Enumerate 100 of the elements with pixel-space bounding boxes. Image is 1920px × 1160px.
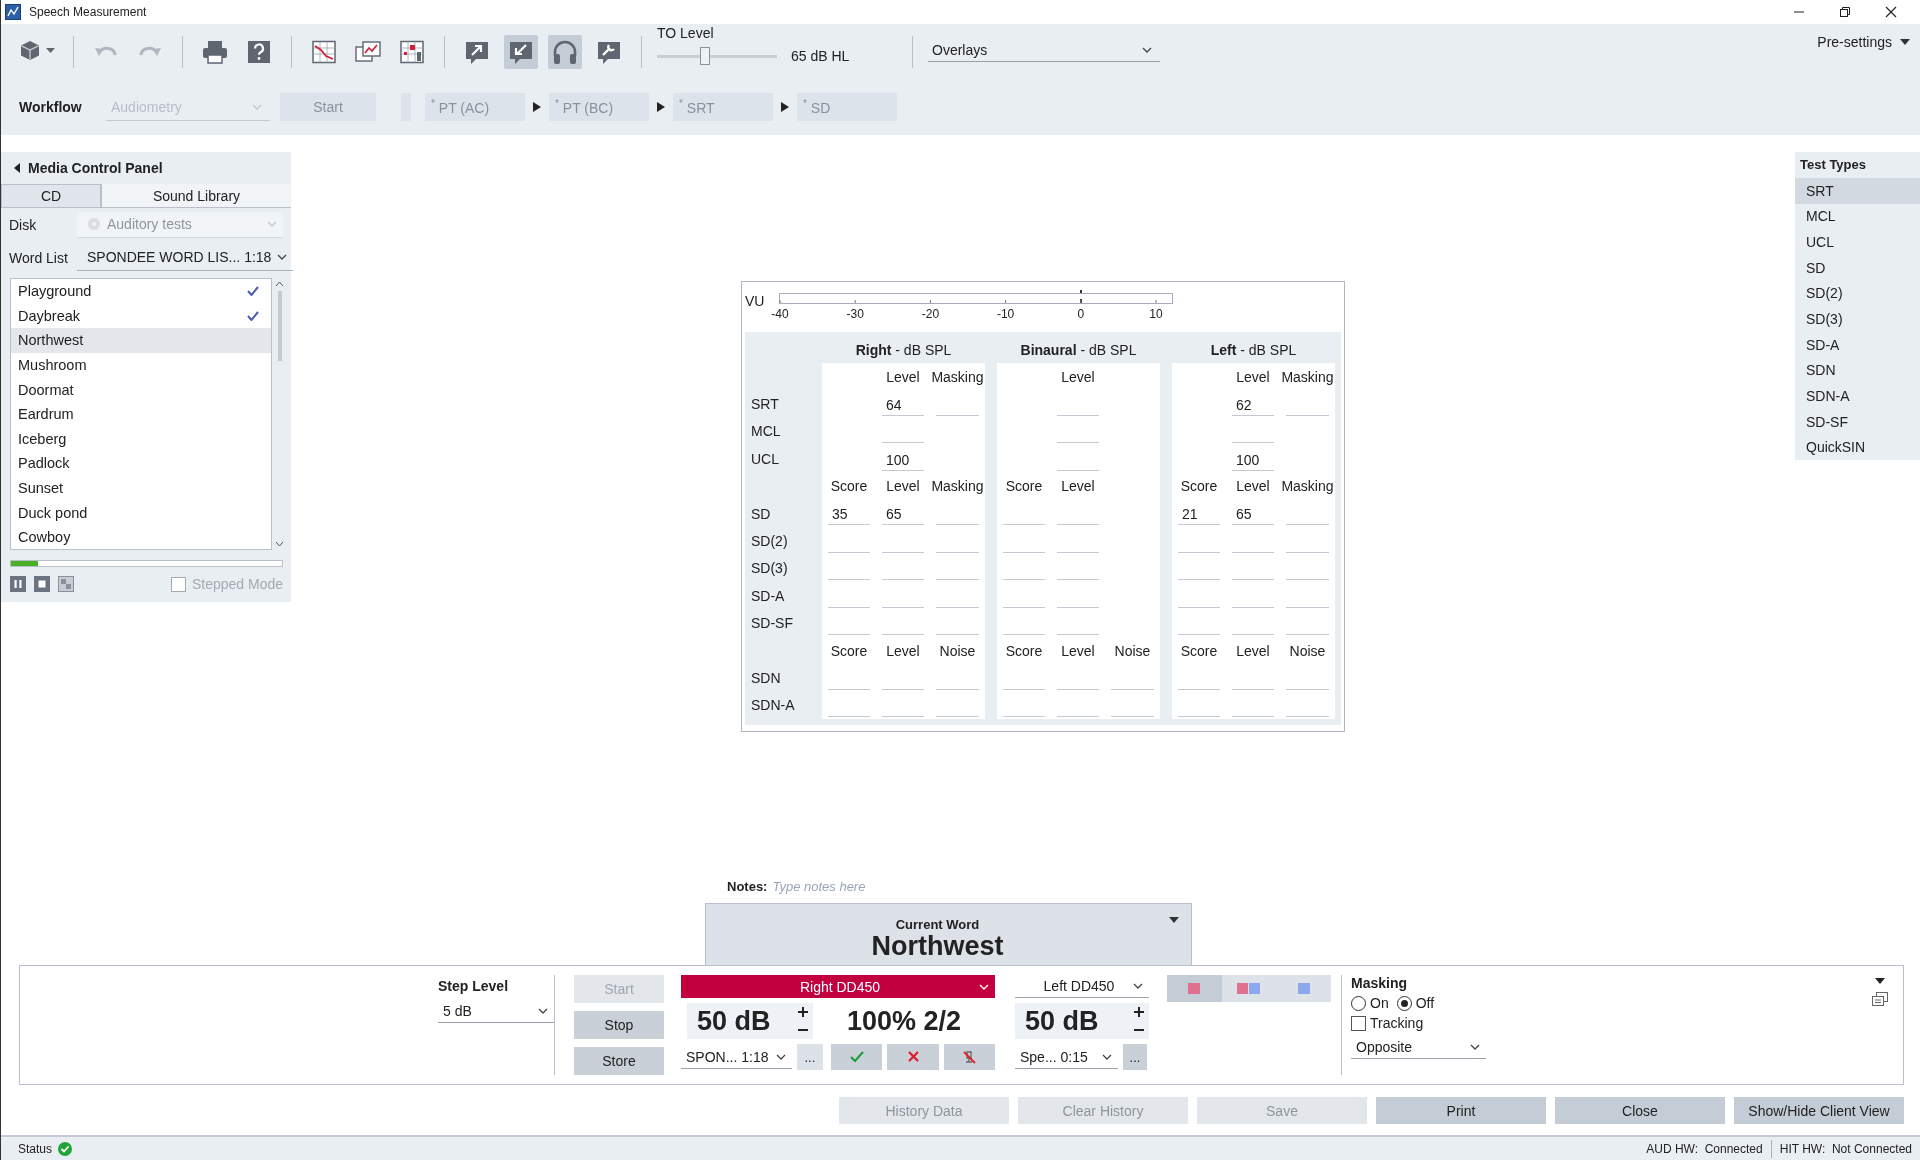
- popout-icon[interactable]: [1872, 992, 1888, 1006]
- word-item[interactable]: Cowboy: [11, 524, 271, 549]
- word-item[interactable]: Mushroom: [11, 352, 271, 378]
- result-field[interactable]: 100: [1232, 449, 1274, 471]
- test-type-item[interactable]: MCL: [1795, 203, 1920, 230]
- caret-icon: [277, 254, 288, 260]
- result-field[interactable]: 100: [882, 449, 924, 471]
- arrow-icon: [657, 102, 665, 112]
- right-ear-icon: [1187, 981, 1202, 996]
- workflow-label: Workflow: [19, 99, 83, 115]
- current-word: Northwest: [871, 932, 1004, 960]
- slider-thumb[interactable]: [700, 47, 710, 65]
- result-field[interactable]: 62: [1232, 394, 1274, 416]
- word-item[interactable]: Doormat: [11, 377, 271, 402]
- word-list-dropdown[interactable]: Spe... 0:15: [1015, 1045, 1118, 1069]
- word-item[interactable]: Sunset: [11, 475, 271, 501]
- no-response-button[interactable]: [943, 1044, 995, 1070]
- pre-settings-menu[interactable]: Pre-settings: [1817, 34, 1910, 50]
- result-field[interactable]: 64: [882, 394, 924, 416]
- field-label: Disk: [9, 216, 38, 233]
- caret-icon: [267, 221, 277, 227]
- more-button[interactable]: ...: [796, 1044, 824, 1070]
- column-header: Level: [885, 368, 921, 385]
- incorrect-button[interactable]: [887, 1044, 939, 1070]
- current-word-label: Current Word: [895, 917, 980, 932]
- row-label: SRT: [750, 396, 780, 413]
- word-item[interactable]: Iceberg: [11, 426, 271, 452]
- test-type-item[interactable]: SD-SF: [1795, 408, 1920, 435]
- result-field[interactable]: 21: [1178, 504, 1220, 526]
- test-type-item[interactable]: QuickSIN: [1795, 434, 1920, 460]
- correct-button[interactable]: [831, 1044, 883, 1070]
- action-button[interactable]: Print: [1376, 1097, 1546, 1124]
- masking-label: Masking: [1351, 975, 1408, 991]
- checkbox-label: Tracking: [1370, 1015, 1424, 1031]
- scrollbar-thumb[interactable]: [277, 291, 282, 361]
- action-button[interactable]: Show/Hide Client View: [1734, 1097, 1904, 1124]
- app-icon: [5, 4, 21, 20]
- column-header: Masking: [1280, 478, 1335, 495]
- radio-button[interactable]: [1396, 995, 1412, 1011]
- test-type-item[interactable]: SD(3): [1795, 306, 1920, 332]
- row-label: SDN: [750, 670, 782, 686]
- channel-dropdown[interactable]: Left DD450: [1015, 975, 1149, 998]
- graph-icon: [309, 38, 339, 66]
- arrow-icon: [781, 102, 789, 112]
- word-item[interactable]: Duck pond: [11, 500, 271, 525]
- column-header: Score: [829, 642, 869, 659]
- increase-icon[interactable]: [1133, 1006, 1145, 1018]
- test-button[interactable]: Stop: [574, 1011, 664, 1039]
- result-field[interactable]: 65: [882, 504, 924, 526]
- collapse-icon[interactable]: [14, 163, 20, 173]
- test-type-item[interactable]: SD-A: [1795, 331, 1920, 358]
- column-header: Score: [1179, 478, 1219, 495]
- column-header: Level: [885, 478, 921, 495]
- radio-button[interactable]: [1351, 995, 1366, 1011]
- column-header: Score: [1004, 478, 1044, 495]
- word-list-dropdown[interactable]: SPONDEE WORD LIS... 1:18: [77, 244, 294, 271]
- channel-dropdown[interactable]: Right DD450: [681, 975, 995, 998]
- masking-mode-dropdown[interactable]: Opposite: [1351, 1035, 1486, 1059]
- stop-button[interactable]: [34, 576, 50, 592]
- column-header: Noise: [938, 642, 977, 659]
- arrow-in-button[interactable]: [504, 35, 538, 69]
- tab[interactable]: CD: [1, 184, 101, 207]
- section-title: Binaural - dB SPL: [1019, 340, 1138, 358]
- more-button[interactable]: ...: [1123, 1044, 1147, 1070]
- word-item[interactable]: Daybreak: [11, 303, 271, 329]
- word-item[interactable]: Playground: [11, 279, 271, 304]
- word-item[interactable]: Eardrum: [11, 401, 271, 427]
- window-title: Speech Measurement: [29, 5, 148, 19]
- scroll-up-icon[interactable]: [275, 281, 284, 287]
- action-button[interactable]: Close: [1555, 1097, 1725, 1124]
- test-type-item[interactable]: SRT: [1795, 177, 1920, 204]
- test-type-item[interactable]: SDN-A: [1795, 383, 1920, 409]
- overlays-dropdown[interactable]: Overlays: [928, 42, 1160, 62]
- row-label: UCL: [750, 450, 780, 467]
- test-button[interactable]: Store: [574, 1047, 664, 1075]
- checkbox[interactable]: [1351, 1015, 1366, 1031]
- word-item[interactable]: Padlock: [11, 451, 271, 476]
- test-type-item[interactable]: UCL: [1795, 229, 1920, 255]
- caret-icon: [1102, 1053, 1112, 1060]
- tab[interactable]: Sound Library: [101, 184, 291, 207]
- result-field[interactable]: 65: [1232, 504, 1274, 526]
- left-ear-icon: [1296, 981, 1311, 996]
- cross-icon: [905, 1050, 921, 1064]
- word-list-dropdown[interactable]: SPON... 1:18: [681, 1045, 792, 1069]
- result-field[interactable]: 35: [828, 504, 870, 526]
- headphones-button[interactable]: [548, 35, 582, 69]
- routing-toggle[interactable]: [1167, 975, 1222, 1002]
- test-type-item[interactable]: SD: [1795, 254, 1920, 281]
- score-text: 100% 2/2: [845, 1005, 963, 1037]
- level-value: 50 dB: [697, 1005, 771, 1037]
- pause-button[interactable]: [10, 576, 26, 592]
- scroll-down-icon[interactable]: [275, 541, 284, 547]
- test-type-item[interactable]: SD(2): [1795, 280, 1920, 307]
- caret-icon: [1142, 47, 1152, 53]
- column-header: Masking: [930, 478, 985, 495]
- column-header: Score: [1004, 642, 1044, 659]
- caret-icon: [1470, 1043, 1480, 1050]
- word-item[interactable]: Northwest: [11, 328, 271, 353]
- test-type-item[interactable]: SDN: [1795, 357, 1920, 384]
- increase-icon[interactable]: [797, 1006, 809, 1018]
